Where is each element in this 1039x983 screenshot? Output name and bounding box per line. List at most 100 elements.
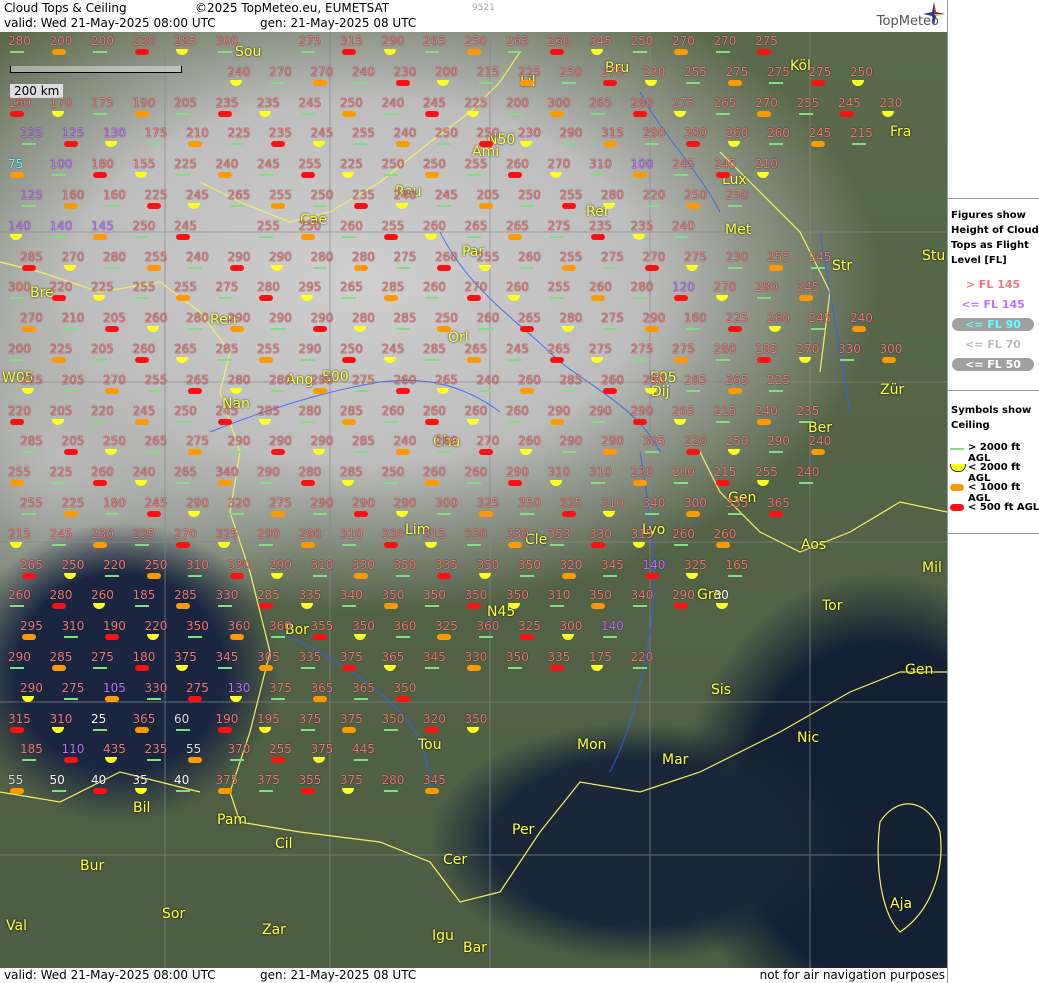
ceiling-high-icon: [51, 235, 66, 238]
cloud-top-value: 240: [352, 64, 375, 79]
cloud-top-value: 345: [423, 650, 446, 664]
cloud-top-value: 375: [340, 711, 363, 726]
ceiling-high-icon: [146, 143, 161, 146]
cloud-top-value: 220: [103, 557, 126, 572]
cloud-top-value: 255: [464, 157, 488, 172]
ceiling-500-icon: [549, 49, 564, 55]
cloud-top-value: 220: [91, 403, 114, 418]
ceiling-500-icon: [757, 49, 771, 55]
ceiling-1000-icon: [561, 264, 576, 271]
cloud-top-value: 240: [393, 126, 417, 141]
ceiling-high-icon: [425, 605, 439, 608]
cloud-top-value: 260: [518, 372, 541, 387]
ceiling-high-icon: [312, 513, 327, 515]
ceiling-high-icon: [259, 482, 273, 485]
cloud-top-value: 330: [144, 680, 168, 695]
cloud-top-value: 285: [257, 403, 280, 418]
cloud-top-value: 290: [601, 434, 624, 449]
ceiling-high-icon: [644, 513, 659, 515]
cloud-top-value: 270: [310, 64, 334, 79]
cloud-top-value: 280: [310, 249, 334, 264]
ceiling-high-icon: [176, 790, 190, 793]
cloud-top-value: 370: [227, 742, 251, 757]
ceiling-high-icon: [508, 51, 522, 53]
cloud-top-value: 280: [630, 280, 654, 295]
ceiling-1000-icon: [188, 141, 202, 148]
satellite-map[interactable]: 200 km SouBruKölLilAmiN50FraLuxRouReiCae…: [0, 32, 947, 968]
cloud-top-value: 310: [547, 465, 571, 480]
ceiling-1000-icon: [176, 295, 190, 302]
cloud-top-value: 220: [642, 188, 666, 202]
cloud-top-value: 290: [269, 434, 292, 449]
ceiling-500-icon: [437, 572, 451, 579]
ceiling-1000-icon: [383, 295, 398, 302]
cloud-top-value: 130: [227, 680, 251, 695]
cloud-top-value: 250: [850, 64, 873, 79]
ceiling-high-icon: [644, 451, 659, 454]
city-label: Zür: [880, 382, 905, 398]
ceiling-high-icon: [354, 697, 368, 700]
cloud-top-value: 275: [61, 680, 85, 695]
cloud-top-value: 290: [393, 496, 417, 510]
cloud-top-value: 290: [642, 372, 666, 387]
cloud-top-value: 160: [8, 95, 31, 110]
cloud-top-value: 230: [725, 249, 749, 264]
cloud-top-value: 340: [642, 496, 666, 510]
ceiling-high-icon: [354, 81, 368, 84]
cloud-top-value: 185: [132, 588, 156, 603]
ceiling-1000-icon: [342, 110, 356, 117]
cloud-top-value: 375: [215, 773, 239, 788]
ceiling-high-icon: [591, 482, 605, 485]
cloud-top-value: 245: [672, 157, 695, 172]
ceiling-high-icon: [229, 759, 244, 762]
ceiling-high-icon: [146, 697, 161, 700]
ceiling-high-icon: [63, 697, 78, 700]
cloud-top-value: 360: [476, 619, 500, 634]
cloud-top-value: 255: [547, 280, 571, 295]
cloud-top-value: 285: [684, 372, 707, 387]
ceiling-1000-icon: [271, 203, 285, 209]
cloud-top-value: 240: [393, 434, 417, 449]
ceiling-1000-icon: [591, 603, 605, 610]
cloud-top-value: 285: [381, 280, 405, 295]
cloud-top-value: 235: [269, 126, 292, 141]
ceiling-500-icon: [300, 172, 315, 179]
cloud-top-value: 280: [227, 372, 251, 387]
cloud-top-value: 265: [174, 465, 197, 480]
ceiling-500-icon: [271, 757, 285, 764]
cloud-top-value: 260: [423, 218, 446, 233]
cloud-top-value: 375: [298, 711, 322, 726]
footer-gen-time: gen: 21-May-2025 08 UTC: [260, 968, 417, 982]
cloud-top-value: 320: [423, 711, 446, 726]
cloud-top-value: 245: [435, 188, 458, 202]
cloud-top-value: 295: [20, 619, 43, 634]
ceiling-1000-icon: [229, 326, 244, 333]
cloud-top-value: 335: [725, 496, 749, 510]
cloud-top-value: 285: [340, 403, 363, 418]
cloud-top-value: 275: [589, 342, 612, 356]
ceiling-1000-icon: [22, 326, 36, 333]
cloud-top-value: 200: [506, 95, 529, 110]
cloud-top-value: 285: [20, 249, 43, 264]
copyright: ©2025 TopMeteo.eu, EUMETSAT: [195, 1, 390, 15]
compass-logo-icon: [923, 2, 945, 26]
ceiling-1000-icon: [686, 203, 700, 209]
cloud-top-value: 285: [423, 342, 446, 356]
cloud-top-value: 310: [589, 157, 612, 172]
legend-symbol-pill-icon: [950, 484, 964, 491]
ceiling-500-icon: [466, 603, 481, 610]
cloud-top-value: 110: [61, 742, 85, 757]
cloud-top-value: 350: [589, 588, 612, 603]
cloud-top-value: 250: [298, 218, 322, 233]
cloud-top-value: 300: [559, 619, 583, 634]
ceiling-high-icon: [93, 359, 107, 361]
cloud-top-value: 240: [672, 218, 695, 233]
ceiling-500-icon: [520, 634, 534, 641]
cloud-top-value: 310: [186, 557, 209, 572]
ceiling-1000-icon: [105, 695, 119, 702]
ceiling-1000-icon: [810, 449, 825, 456]
cloud-top-value: 330: [589, 526, 612, 541]
cloud-top-value: 260: [91, 588, 114, 603]
cloud-top-value: 260: [8, 588, 31, 603]
ceiling-high-icon: [798, 482, 813, 485]
